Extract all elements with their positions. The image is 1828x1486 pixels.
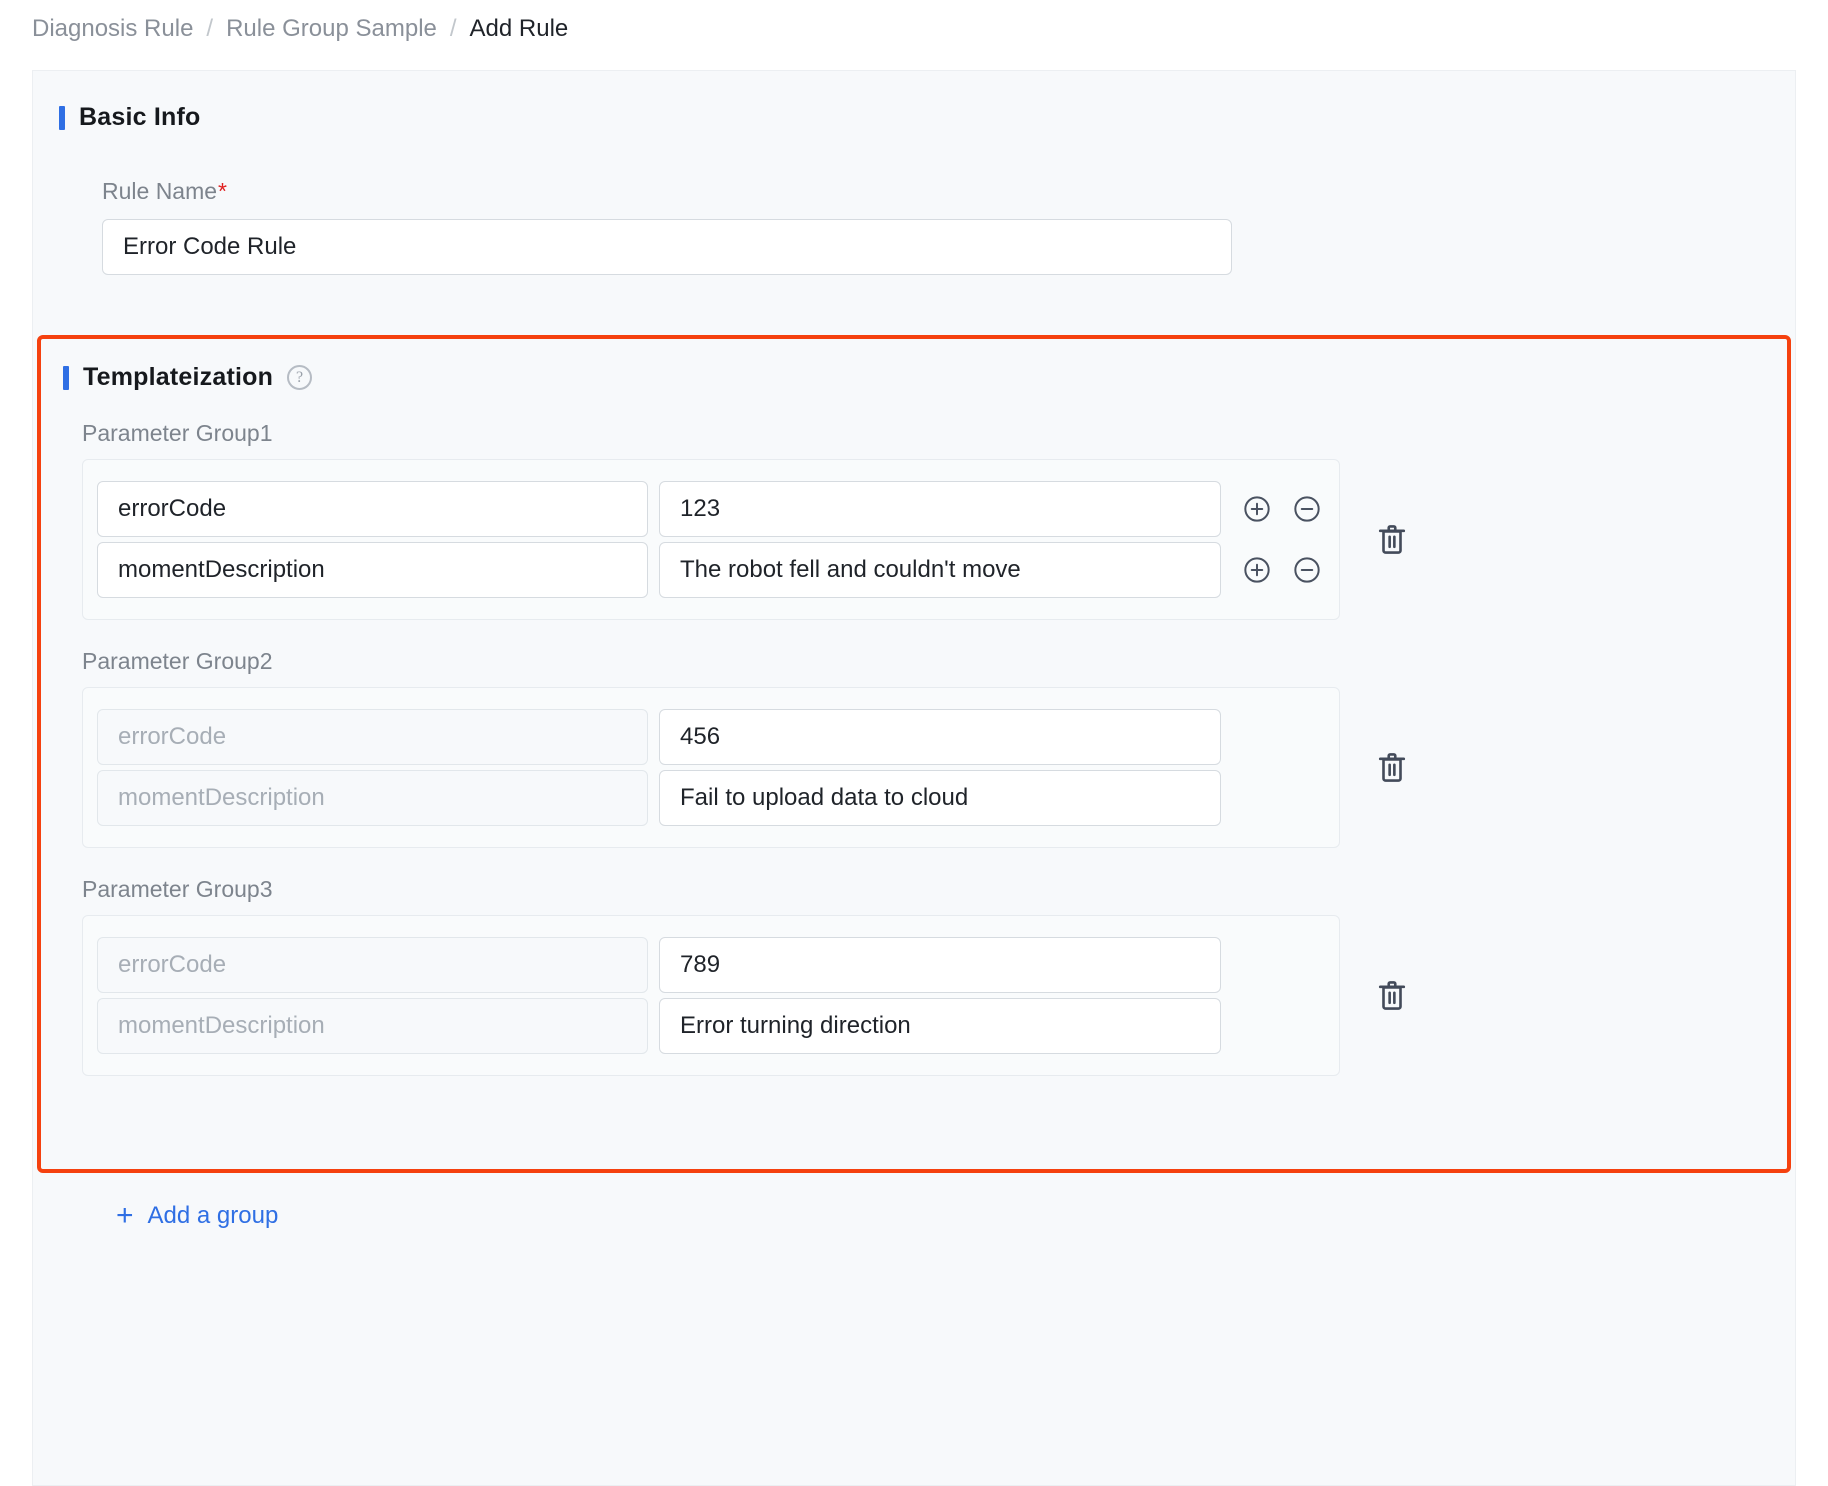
templateization-section: Templateization ? Parameter Group1 error… [37,335,1791,1173]
plus-circle-icon[interactable] [1243,495,1271,523]
parameter-group-row: errorCode 123 momentDescription The robo… [82,459,1787,620]
minus-circle-icon[interactable] [1293,495,1321,523]
basic-info-header: Basic Info [59,103,1759,132]
parameter-value-input[interactable]: 123 [659,481,1221,537]
parameter-group-card: errorCode 456 momentDescription Fail to … [82,687,1340,848]
parameter-value-input[interactable]: The robot fell and couldn't move [659,542,1221,598]
templateization-title: Templateization [83,363,274,391]
required-marker: * [218,178,227,204]
breadcrumb-item-rule-group-sample[interactable]: Rule Group Sample [226,15,437,43]
minus-circle-icon[interactable] [1293,556,1321,584]
section-accent-bar [63,365,69,390]
basic-info-title: Basic Info [79,103,201,131]
parameter-key-input: errorCode [97,937,648,993]
parameter-group-label: Parameter Group2 [82,648,273,674]
parameter-row: momentDescription The robot fell and cou… [83,542,1339,598]
trash-icon[interactable] [1376,979,1408,1013]
parameter-row-actions [1243,556,1321,584]
section-accent-bar [59,105,65,130]
parameter-group-label: Parameter Group1 [82,420,273,446]
rule-name-label: Rule Name* [102,178,1759,205]
parameter-value-input[interactable]: Error turning direction [659,998,1221,1054]
parameter-group-card: errorCode 789 momentDescription Error tu… [82,915,1340,1076]
add-group-button[interactable]: + Add a group [116,1201,278,1231]
breadcrumb-item-diagnosis-rule[interactable]: Diagnosis Rule [32,15,193,43]
parameter-row: errorCode 456 [83,709,1339,765]
basic-info-section: Basic Info Rule Name* Error Code Rule [59,103,1759,275]
parameter-row: errorCode 123 [83,481,1339,537]
breadcrumb: Diagnosis Rule / Rule Group Sample / Add… [0,0,1828,58]
rule-name-input[interactable]: Error Code Rule [102,219,1232,275]
parameter-value-input[interactable]: 789 [659,937,1221,993]
parameter-row: errorCode 789 [83,937,1339,993]
breadcrumb-separator: / [206,15,214,42]
parameter-group-label: Parameter Group3 [82,876,273,902]
rule-name-label-text: Rule Name [102,178,218,204]
parameter-row-actions [1243,495,1321,523]
trash-icon[interactable] [1376,751,1408,785]
plus-circle-icon[interactable] [1243,556,1271,584]
parameter-key-input: momentDescription [97,770,648,826]
trash-icon[interactable] [1376,523,1408,557]
parameter-key-input: errorCode [97,709,648,765]
templateization-header: Templateization ? [63,363,1787,392]
form-panel: Basic Info Rule Name* Error Code Rule Te… [32,70,1796,1486]
parameter-value-input[interactable]: Fail to upload data to cloud [659,770,1221,826]
parameter-group-row: errorCode 456 momentDescription Fail to … [82,687,1787,848]
parameter-row: momentDescription Fail to upload data to… [83,770,1339,826]
breadcrumb-item-add-rule: Add Rule [469,15,569,42]
parameter-value-input[interactable]: 456 [659,709,1221,765]
parameter-group-card: errorCode 123 momentDescription The robo… [82,459,1340,620]
add-group-label: Add a group [147,1202,279,1229]
parameter-row: momentDescription Error turning directio… [83,998,1339,1054]
parameter-key-input[interactable]: momentDescription [97,542,648,598]
parameter-key-input[interactable]: errorCode [97,481,648,537]
question-circle-icon[interactable]: ? [287,365,313,390]
parameter-group-row: errorCode 789 momentDescription Error tu… [82,915,1787,1076]
breadcrumb-separator: / [449,15,457,42]
plus-icon: + [116,1199,134,1232]
parameter-key-input: momentDescription [97,998,648,1054]
